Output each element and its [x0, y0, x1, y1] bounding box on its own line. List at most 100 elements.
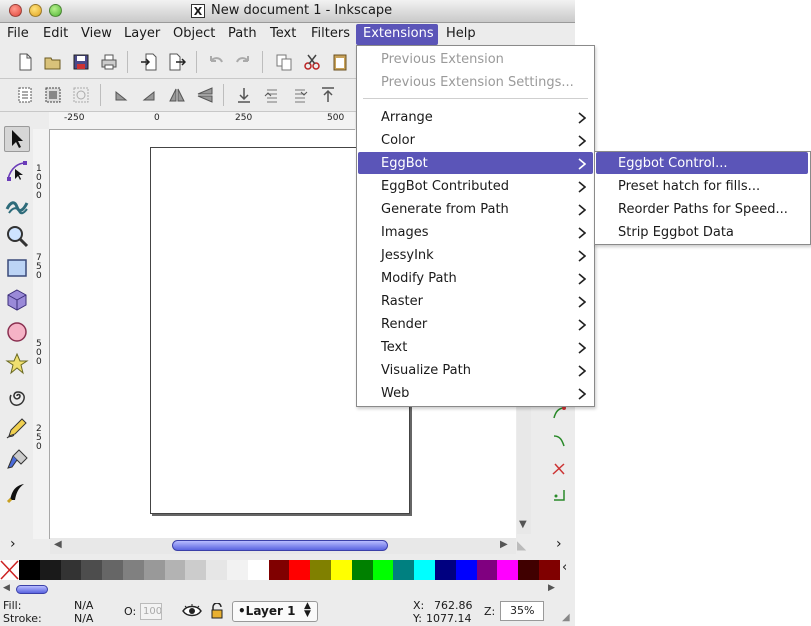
save-document-icon[interactable]: [70, 51, 92, 73]
print-icon[interactable]: [98, 51, 120, 73]
pencil-tool-icon[interactable]: [4, 415, 30, 441]
color-swatch[interactable]: [226, 560, 248, 580]
3d-box-tool-icon[interactable]: [4, 287, 30, 313]
copy-icon[interactable]: [273, 51, 295, 73]
snap-nodes-icon[interactable]: [552, 406, 566, 424]
menu-item-previous-extension-settings[interactable]: Previous Extension Settings...: [381, 75, 574, 90]
palette-scrollbar[interactable]: [0, 582, 560, 596]
menu-item-images[interactable]: Images: [381, 225, 429, 240]
menu-edit[interactable]: Edit: [43, 26, 68, 41]
menu-file[interactable]: File: [7, 26, 29, 41]
rotate-cw-icon[interactable]: [138, 84, 160, 106]
color-swatch[interactable]: [351, 560, 373, 580]
close-window-button[interactable]: [9, 4, 22, 17]
menu-item-previous-extension[interactable]: Previous Extension: [381, 52, 504, 67]
snap-intersections-icon[interactable]: [552, 462, 566, 480]
menu-item-jessyink[interactable]: JessyInk: [381, 248, 434, 263]
color-swatch[interactable]: [455, 560, 477, 580]
color-swatch[interactable]: [414, 560, 435, 580]
menu-item-raster[interactable]: Raster: [381, 294, 423, 309]
color-swatch[interactable]: [19, 560, 40, 580]
tweak-tool-icon[interactable]: [4, 190, 30, 216]
color-swatch[interactable]: [247, 560, 269, 580]
zoom-tool-icon[interactable]: [4, 223, 30, 249]
stroke-value[interactable]: N/A: [74, 612, 93, 625]
maximize-window-button[interactable]: [49, 4, 62, 17]
menu-item-web[interactable]: Web: [381, 386, 409, 401]
minimize-window-button[interactable]: [29, 4, 42, 17]
menu-item-visualize-path[interactable]: Visualize Path: [381, 363, 471, 378]
palette-scroll-left-icon[interactable]: ◀: [3, 583, 10, 593]
menu-path[interactable]: Path: [228, 26, 257, 41]
node-tool-icon[interactable]: [4, 158, 30, 184]
palette-menu-arrow-icon[interactable]: ‹: [562, 560, 567, 575]
scroll-left-arrow-icon[interactable]: ◀: [54, 539, 62, 550]
undo-icon[interactable]: [205, 51, 227, 73]
color-swatch[interactable]: [497, 560, 519, 580]
color-swatch[interactable]: [330, 560, 352, 580]
color-swatch[interactable]: [393, 560, 415, 580]
menu-item-eggbot-contributed[interactable]: EggBot Contributed: [381, 179, 509, 194]
raise-to-top-icon[interactable]: [317, 84, 339, 106]
menu-item-eggbot[interactable]: EggBot: [381, 156, 428, 171]
scroll-right-arrow-icon[interactable]: ▶: [500, 539, 508, 550]
snapbar-expand-arrow-icon[interactable]: ›: [556, 536, 562, 552]
menu-help[interactable]: Help: [446, 26, 476, 41]
color-swatch[interactable]: [60, 560, 82, 580]
redo-icon[interactable]: [232, 51, 254, 73]
menu-item-modify-path[interactable]: Modify Path: [381, 271, 457, 286]
horizontal-scroll-thumb[interactable]: [172, 540, 388, 551]
open-document-icon[interactable]: [42, 51, 64, 73]
color-swatch[interactable]: [476, 560, 498, 580]
submenu-item-preset-hatch-for-fills[interactable]: Preset hatch for fills...: [618, 179, 760, 194]
no-paint-swatch[interactable]: [0, 560, 19, 580]
snap-paths-icon[interactable]: [552, 434, 566, 452]
flip-vertical-icon[interactable]: [194, 84, 216, 106]
color-swatch[interactable]: [39, 560, 61, 580]
rotate-ccw-icon[interactable]: [110, 84, 132, 106]
submenu-item-eggbot-control[interactable]: Eggbot Control...: [618, 156, 728, 171]
resize-grip-icon[interactable]: ◢: [562, 612, 570, 623]
color-swatch[interactable]: [185, 560, 207, 580]
calligraphy-tool-icon[interactable]: [4, 479, 30, 505]
fill-value[interactable]: N/A: [74, 599, 93, 612]
ellipse-tool-icon[interactable]: [4, 319, 30, 345]
menu-item-text[interactable]: Text: [381, 340, 407, 355]
menu-item-arrange[interactable]: Arrange: [381, 110, 433, 125]
color-swatch[interactable]: [518, 560, 539, 580]
color-swatch[interactable]: [102, 560, 123, 580]
layer-lock-icon[interactable]: [210, 602, 224, 623]
star-tool-icon[interactable]: [4, 351, 30, 377]
lower-icon[interactable]: [289, 84, 311, 106]
spiral-tool-icon[interactable]: [4, 383, 30, 409]
layer-visibility-icon[interactable]: [182, 603, 202, 623]
submenu-item-strip-eggbot-data[interactable]: Strip Eggbot Data: [618, 225, 734, 240]
menu-item-color[interactable]: Color: [381, 133, 415, 148]
layer-spin-arrows-icon[interactable]: ▲ ▼: [304, 602, 311, 619]
import-icon[interactable]: [138, 51, 160, 73]
flip-horizontal-icon[interactable]: [166, 84, 188, 106]
color-swatch[interactable]: [310, 560, 331, 580]
rectangle-tool-icon[interactable]: [4, 255, 30, 281]
raise-icon[interactable]: [261, 84, 283, 106]
toolbox-expand-arrow-icon[interactable]: ›: [10, 536, 16, 552]
color-swatch[interactable]: [289, 560, 311, 580]
color-swatch[interactable]: [268, 560, 290, 580]
deselect-icon[interactable]: [70, 84, 92, 106]
select-all-layers-icon[interactable]: [42, 84, 64, 106]
new-document-icon[interactable]: [14, 51, 36, 73]
select-all-icon[interactable]: [14, 84, 36, 106]
menu-object[interactable]: Object: [173, 26, 215, 41]
palette-scroll-thumb[interactable]: [16, 585, 48, 594]
menu-view[interactable]: View: [81, 26, 112, 41]
color-swatch[interactable]: [81, 560, 103, 580]
submenu-item-reorder-paths-for-speed[interactable]: Reorder Paths for Speed...: [618, 202, 788, 217]
color-swatch[interactable]: [164, 560, 186, 580]
color-swatch[interactable]: [538, 560, 560, 580]
color-swatch[interactable]: [372, 560, 394, 580]
menu-text[interactable]: Text: [270, 26, 296, 41]
menu-extensions[interactable]: Extensions: [363, 26, 434, 41]
palette-scroll-right-icon[interactable]: ▶: [548, 583, 555, 593]
pen-tool-icon[interactable]: [4, 447, 30, 473]
color-swatch[interactable]: [434, 560, 456, 580]
